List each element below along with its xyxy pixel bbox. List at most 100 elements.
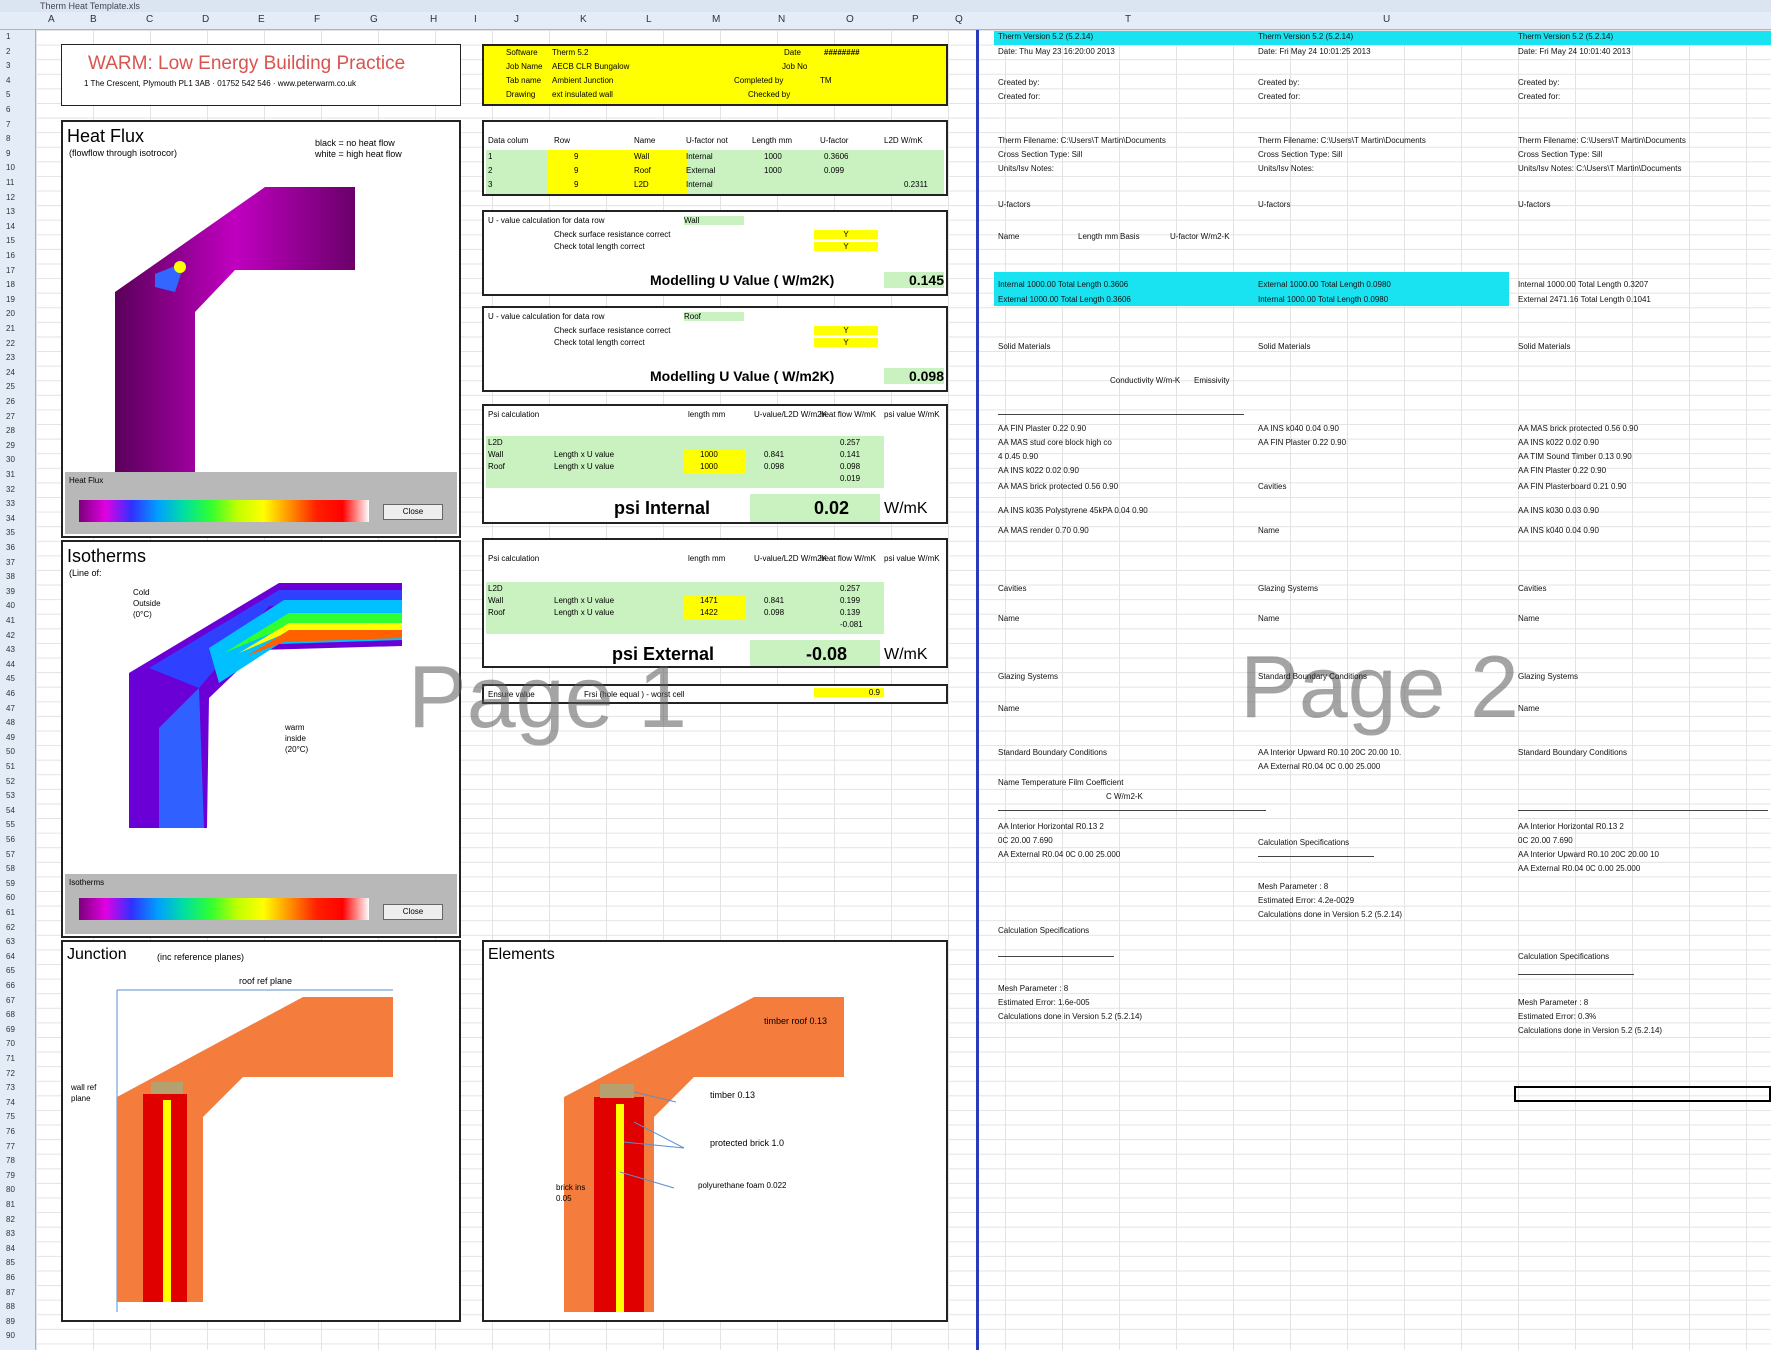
row-number[interactable]: 44 [6,660,15,669]
row-number[interactable]: 69 [6,1025,15,1034]
row-number[interactable]: 55 [6,820,15,829]
row-number[interactable]: 43 [6,645,15,654]
calc-roof-row-value[interactable]: Roof [684,312,744,321]
col-a[interactable]: A [48,14,55,25]
row-number[interactable]: 2 [6,47,10,56]
dt-r3-name[interactable]: L2D [634,180,649,189]
row-number[interactable]: 29 [6,441,15,450]
col-n[interactable]: N [778,14,785,25]
row-number[interactable]: 14 [6,222,15,231]
row-number[interactable]: 19 [6,295,15,304]
dt-r2-type[interactable]: External [686,166,715,175]
row-number[interactable]: 89 [6,1317,15,1326]
col-g[interactable]: G [370,14,378,25]
dt-r3-row[interactable]: 9 [574,180,578,189]
row-number[interactable]: 78 [6,1156,15,1165]
col-k[interactable]: K [580,14,587,25]
row-number[interactable]: 84 [6,1244,15,1253]
col-t[interactable]: T [1125,14,1131,25]
row-number[interactable]: 25 [6,382,15,391]
frsi-value[interactable]: 0.9 [814,688,884,697]
completed-value[interactable]: TM [820,76,832,85]
dt-r3-col[interactable]: 3 [488,180,492,189]
col-e[interactable]: E [258,14,265,25]
row-number[interactable]: 80 [6,1185,15,1194]
row-number[interactable]: 30 [6,455,15,464]
row-number[interactable]: 63 [6,937,15,946]
row-number[interactable]: 53 [6,791,15,800]
row-number[interactable]: 81 [6,1200,15,1209]
row-number[interactable]: 33 [6,499,15,508]
row-number[interactable]: 46 [6,689,15,698]
row-number[interactable]: 75 [6,1112,15,1121]
software-value[interactable]: Therm 5.2 [552,48,588,57]
row-number[interactable]: 28 [6,426,15,435]
row-number[interactable]: 77 [6,1142,15,1151]
col-u[interactable]: U [1383,14,1390,25]
dt-r3-type[interactable]: Internal [686,180,713,189]
dt-r1-type[interactable]: Internal [686,152,713,161]
col-o[interactable]: O [846,14,854,25]
row-number[interactable]: 37 [6,558,15,567]
dt-r2-name[interactable]: Roof [634,166,651,175]
tabname-value[interactable]: Ambient Junction [552,76,613,85]
row-number[interactable]: 59 [6,879,15,888]
row-number[interactable]: 32 [6,485,15,494]
dt-r2-length[interactable]: 1000 [764,166,782,175]
row-number[interactable]: 22 [6,339,15,348]
col-c[interactable]: C [146,14,153,25]
row-number[interactable]: 34 [6,514,15,523]
row-number[interactable]: 9 [6,149,10,158]
isotherms-close-button[interactable]: Close [383,904,443,920]
row-number[interactable]: 18 [6,280,15,289]
row-number[interactable]: 83 [6,1229,15,1238]
row-number[interactable]: 79 [6,1171,15,1180]
column-header-bar[interactable]: A B C D E F G H I J K L M N O P Q T U [0,12,1771,30]
row-number[interactable]: 61 [6,908,15,917]
row-number[interactable]: 51 [6,762,15,771]
row-number[interactable]: 42 [6,631,15,640]
dt-r1-row[interactable]: 9 [574,152,578,161]
row-number[interactable]: 7 [6,120,10,129]
row-number[interactable]: 74 [6,1098,15,1107]
row-number[interactable]: 87 [6,1288,15,1297]
row-number[interactable]: 58 [6,864,15,873]
col-m[interactable]: M [712,14,720,25]
active-cell-selection[interactable] [1514,1086,1771,1102]
row-number[interactable]: 65 [6,966,15,975]
row-number[interactable]: 26 [6,397,15,406]
calc-roof-check2[interactable]: Y [814,338,878,347]
col-l[interactable]: L [646,14,652,25]
row-number[interactable]: 16 [6,251,15,260]
row-number[interactable]: 38 [6,572,15,581]
row-number[interactable]: 54 [6,806,15,815]
col-b[interactable]: B [90,14,97,25]
row-number[interactable]: 50 [6,747,15,756]
calc-wall-check2[interactable]: Y [814,242,878,251]
row-number[interactable]: 24 [6,368,15,377]
row-number[interactable]: 90 [6,1331,15,1340]
row-number[interactable]: 47 [6,704,15,713]
row-number[interactable]: 72 [6,1069,15,1078]
calc-roof-check1[interactable]: Y [814,326,878,335]
dt-r2-ufactor[interactable]: 0.099 [824,166,844,175]
row-number[interactable]: 49 [6,733,15,742]
dt-r1-col[interactable]: 1 [488,152,492,161]
row-number[interactable]: 68 [6,1010,15,1019]
row-number[interactable]: 5 [6,90,10,99]
row-number[interactable]: 85 [6,1258,15,1267]
psi-int-r3-length[interactable]: 1000 [700,462,718,471]
row-number[interactable]: 48 [6,718,15,727]
row-number[interactable]: 52 [6,777,15,786]
row-number[interactable]: 70 [6,1039,15,1048]
row-number[interactable]: 56 [6,835,15,844]
col-d[interactable]: D [202,14,209,25]
row-number[interactable]: 10 [6,163,15,172]
row-number[interactable]: 8 [6,134,10,143]
row-number[interactable]: 41 [6,616,15,625]
dt-r1-name[interactable]: Wall [634,152,649,161]
col-j[interactable]: J [514,14,519,25]
row-number[interactable]: 3 [6,61,10,70]
drawing-value[interactable]: ext insulated wall [552,90,613,99]
row-number[interactable]: 4 [6,76,10,85]
